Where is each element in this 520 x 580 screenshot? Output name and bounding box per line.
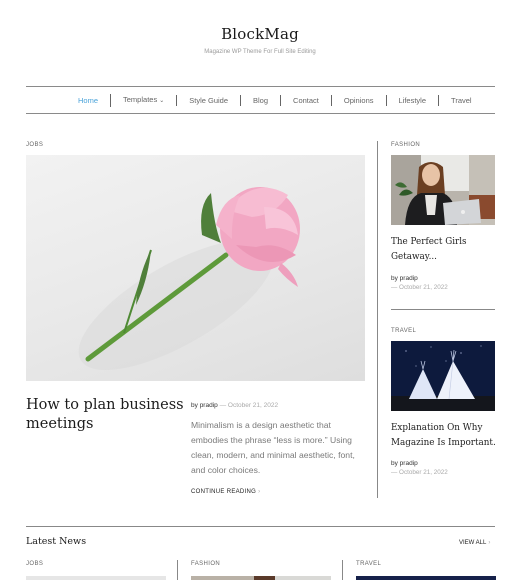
continue-reading-label: CONTINUE READING [191,489,257,495]
nav-item-home[interactable]: Home [66,95,110,106]
latest-post-image[interactable] [356,576,496,580]
latest-post-image[interactable] [191,576,331,580]
nav-item-templates[interactable]: Templates ⌄ [110,93,176,107]
chevron-down-icon: ⌄ [159,97,165,104]
featured-meta: by pradip — October 21, 2022 [191,402,278,409]
sidebar-post-category[interactable]: FASHION [391,142,420,148]
nav-item-label: Style Guide [189,95,229,105]
chevron-right-icon: › [488,540,491,546]
latest-column-divider [177,560,178,580]
latest-post-category[interactable]: TRAVEL [356,561,381,567]
sidebar-post-image-teepees[interactable] [391,341,495,411]
site-tagline: Magazine WP Theme For Full Site Editing [204,49,316,55]
sidebar-post-title[interactable]: Explanation On Why Magazine Is Important… [391,421,501,451]
latest-news-heading: Latest News [26,536,87,547]
nav-item-label: Lifestyle [398,95,427,105]
nav-item-opinions[interactable]: Opinions [330,94,386,106]
continue-reading-link[interactable]: CONTINUE READING › [191,489,260,495]
author-link[interactable]: pradip [200,402,218,409]
nav-item-contact[interactable]: Contact [280,94,331,106]
view-all-link[interactable]: VIEW ALL › [459,540,490,546]
nav-item-lifestyle[interactable]: Lifestyle [385,94,439,106]
nav-item-label: Blog [253,95,269,105]
nav-item-label: Contact [293,95,319,105]
nav-item-label: Home [78,95,99,105]
nav-item-label: Opinions [343,95,374,105]
sidebar-post-title[interactable]: The Perfect Girls Getaway... [391,235,501,265]
sidebar-post-author[interactable]: by pradip [391,275,418,282]
chevron-right-icon: › [258,489,261,495]
featured-title[interactable]: How to plan business meetings [26,396,186,434]
teepees-illustration [391,341,495,411]
sidebar-post-date: — October 21, 2022 [391,284,448,291]
nav-item-style-guide[interactable]: Style Guide [176,94,240,106]
featured-excerpt: Minimalism is a design aesthetic that em… [191,420,355,475]
view-all-label: VIEW ALL [459,540,487,546]
woman-laptop-illustration [391,155,495,225]
nav-item-label: Templates [123,94,158,104]
sidebar-post-date: — October 21, 2022 [391,469,448,476]
sidebar-post-author[interactable]: by pradip [391,460,418,467]
nav-item-travel[interactable]: Travel [438,94,484,106]
nav-item-blog[interactable]: Blog [240,94,280,106]
sidebar-separator [391,309,495,310]
latest-news-rule [26,526,495,527]
featured-category[interactable]: JOBS [26,142,43,148]
column-divider [377,141,378,498]
sidebar-post-image-woman-laptop[interactable] [391,155,495,225]
latest-post-category[interactable]: JOBS [26,561,43,567]
latest-column-divider [342,560,343,580]
author-prefix: by [191,402,198,409]
sidebar-post-category[interactable]: TRAVEL [391,328,416,334]
latest-post-image[interactable] [26,576,166,580]
main-navigation: Home Templates ⌄ Style Guide Blog Contact… [26,86,495,114]
rose-illustration [78,187,300,370]
post-date: — October 21, 2022 [219,402,279,409]
site-title[interactable]: BlockMag [0,25,520,43]
featured-image-rose[interactable] [26,155,365,381]
latest-post-category[interactable]: FASHION [191,561,220,567]
nav-item-label: Travel [451,95,472,105]
